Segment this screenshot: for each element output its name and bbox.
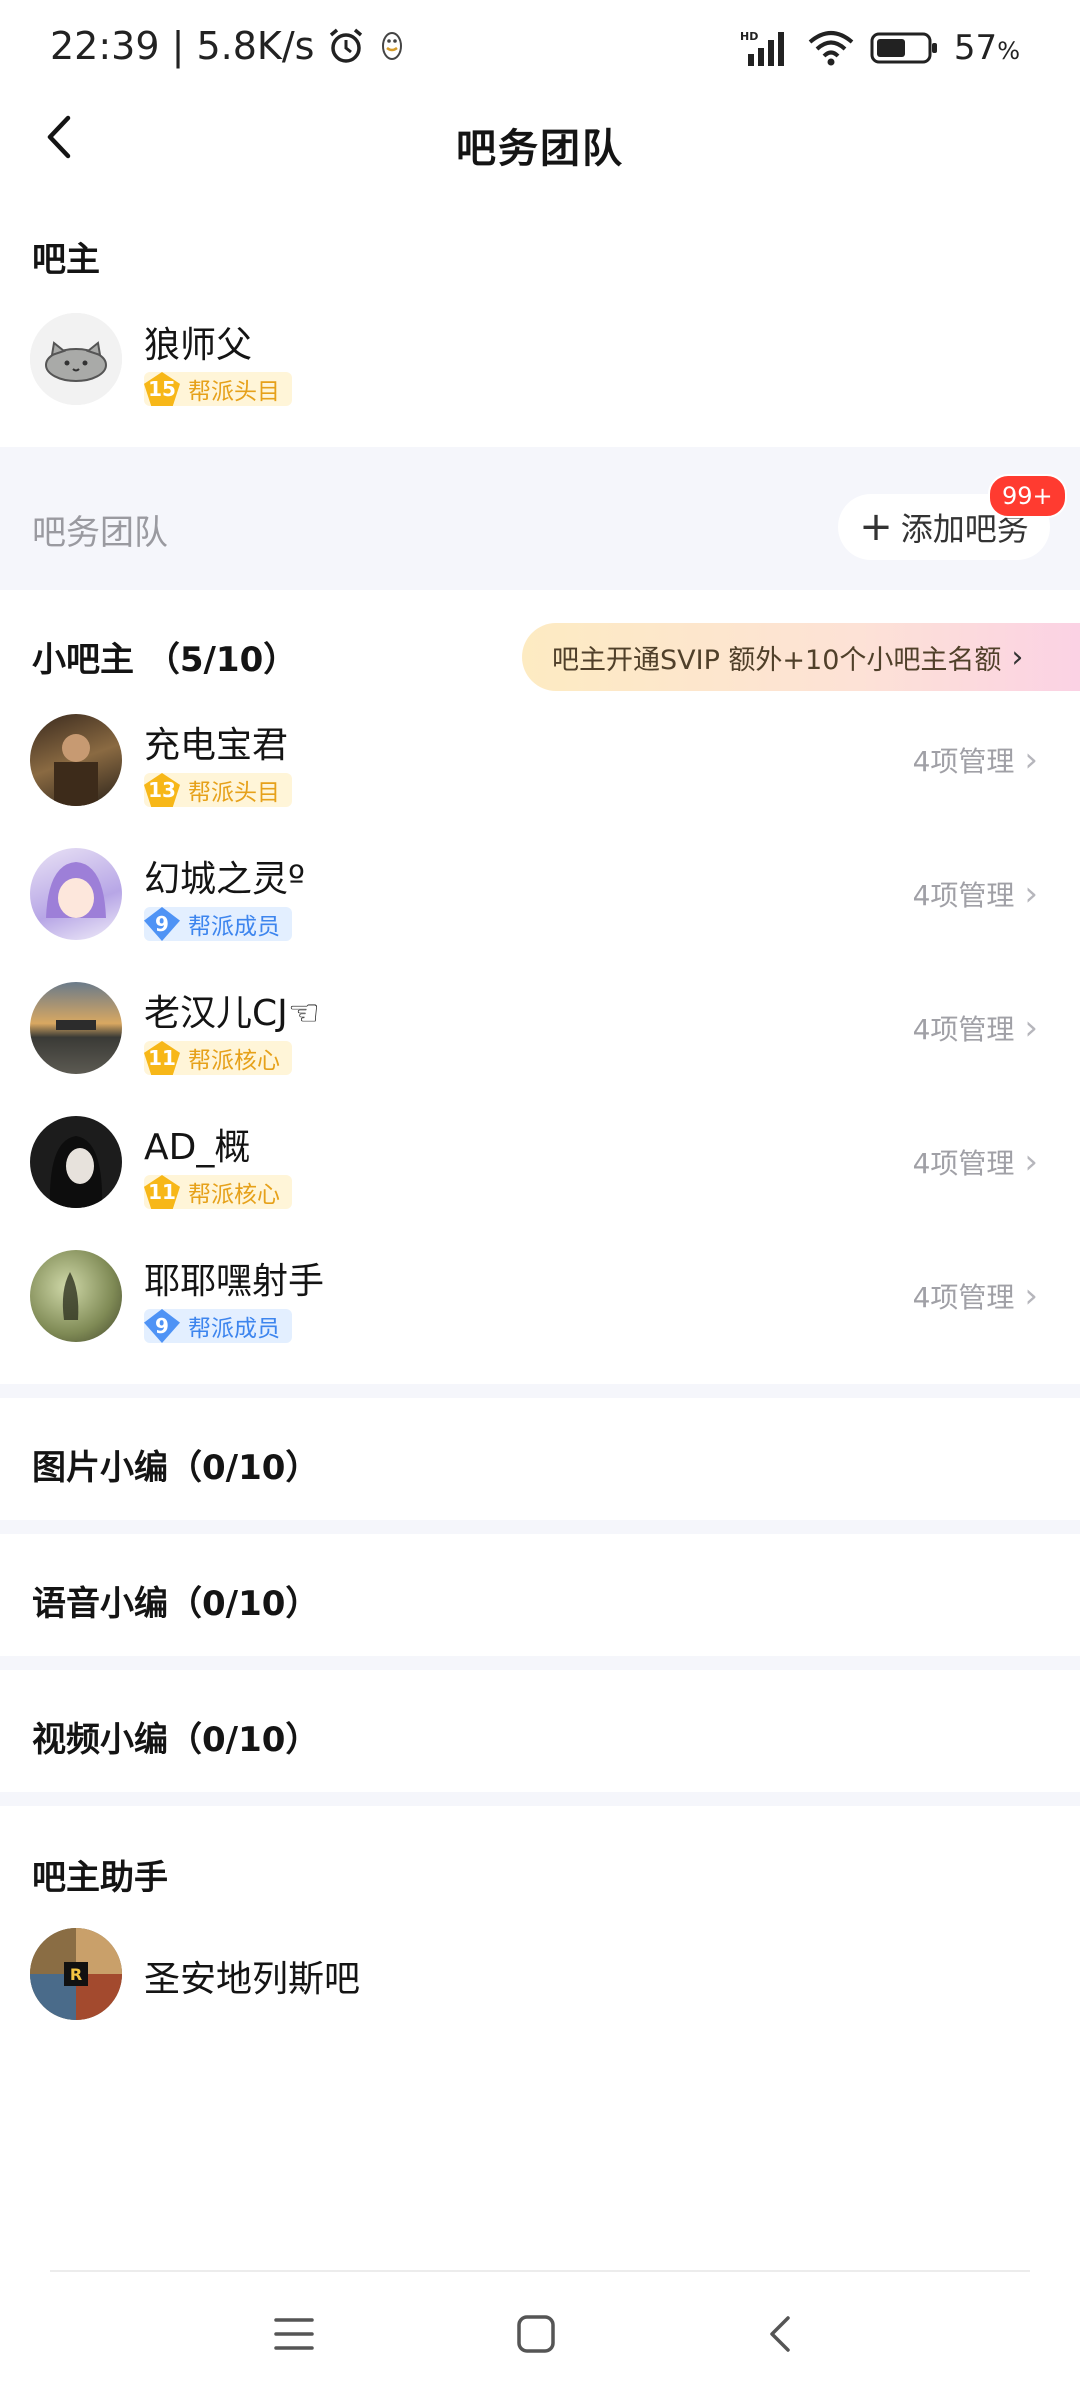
chevron-right-icon: › — [1011, 639, 1024, 675]
nav-divider — [50, 2270, 1030, 2272]
owner-section-title: 吧主 — [32, 240, 100, 280]
level-number: 9 — [144, 907, 180, 941]
chevron-right-icon: › — [1024, 1142, 1038, 1182]
section-divider — [0, 1384, 1080, 1398]
status-time: 22:39 | 5.8K/s — [50, 24, 315, 68]
badge-label: 帮派头目 — [188, 780, 280, 806]
svg-text:R: R — [70, 1965, 82, 1984]
page-title: 吧务团队 — [456, 126, 624, 172]
level-badge: 13 帮派头目 — [144, 773, 292, 807]
image-editor-title[interactable]: 图片小编（0/10） — [32, 1440, 319, 1489]
notification-badge: 99+ — [988, 474, 1067, 518]
plus-icon: + — [859, 504, 893, 550]
manage-label: 4项管理 — [912, 1147, 1015, 1180]
signal-icon: HD — [740, 30, 784, 66]
member-name[interactable]: 幻城之灵º — [144, 850, 305, 902]
manage-button[interactable]: 4项管理 › — [913, 874, 1038, 914]
avatar[interactable] — [30, 714, 122, 806]
svg-text:HD: HD — [740, 30, 758, 43]
avatar[interactable] — [30, 313, 122, 405]
level-number: 13 — [144, 773, 180, 807]
home-square-icon — [517, 2315, 555, 2353]
manage-label: 4项管理 — [912, 745, 1015, 778]
manage-label: 4项管理 — [912, 1013, 1015, 1046]
landscape-avatar-icon — [56, 1020, 96, 1030]
level-number: 15 — [144, 372, 180, 406]
manage-label: 4项管理 — [912, 1281, 1015, 1314]
level-badge: 11 帮派核心 — [144, 1175, 292, 1209]
avatar[interactable] — [30, 982, 122, 1074]
avatar[interactable] — [30, 1250, 122, 1342]
manage-button[interactable]: 4项管理 › — [913, 1276, 1038, 1316]
sub-owner-title: 小吧主 （5/10） — [32, 640, 298, 680]
section-divider — [0, 1520, 1080, 1534]
green-figure-avatar-icon — [62, 1272, 79, 1320]
member-name[interactable]: 老汉儿CJ☜ — [144, 984, 320, 1036]
assistant-section-title: 吧主助手 — [32, 1858, 168, 1898]
manage-button[interactable]: 4项管理 › — [913, 1142, 1038, 1182]
menu-button[interactable] — [272, 2312, 316, 2356]
chevron-right-icon: › — [1024, 874, 1038, 914]
cat-avatar-icon — [30, 313, 122, 405]
manage-button[interactable]: 4项管理 › — [913, 1008, 1038, 1048]
badge-label: 帮派头目 — [188, 379, 280, 405]
chevron-right-icon: › — [1024, 740, 1038, 780]
menu-icon — [274, 2318, 314, 2350]
gta-collage-avatar-icon: R — [30, 1928, 122, 2020]
badge-label: 帮派核心 — [188, 1048, 280, 1074]
level-badge: 9 帮派成员 — [144, 1309, 292, 1343]
video-editor-title[interactable]: 视频小编（0/10） — [32, 1712, 319, 1761]
member-name[interactable]: 耶耶嘿射手 — [144, 1252, 324, 1304]
battery-icon — [870, 32, 937, 64]
qq-penguin-icon — [382, 32, 403, 60]
section-divider — [0, 1656, 1080, 1670]
section-divider — [0, 1792, 1080, 1806]
voice-editor-title[interactable]: 语音小编（0/10） — [32, 1576, 319, 1625]
avatar[interactable] — [30, 1116, 122, 1208]
status-bar: 22:39 | 5.8K/s HD 57% — [0, 0, 1080, 100]
member-name[interactable]: AD_概 — [144, 1118, 250, 1170]
level-number: 11 — [144, 1041, 180, 1075]
system-back-button[interactable] — [760, 2312, 804, 2356]
nav-back-icon — [770, 2316, 790, 2352]
level-badge: 9 帮派成员 — [144, 907, 292, 941]
home-button[interactable] — [514, 2312, 558, 2356]
battery-unit: % — [997, 37, 1020, 65]
svip-promo-banner[interactable]: 吧主开通SVIP 额外+10个小吧主名额 › — [522, 623, 1080, 691]
level-badge: 11 帮派核心 — [144, 1041, 292, 1075]
wifi-icon — [808, 31, 854, 66]
chevron-right-icon: › — [1024, 1276, 1038, 1316]
level-number: 9 — [144, 1309, 180, 1343]
anime-girl-avatar-icon — [46, 862, 106, 918]
svip-promo-text: 吧主开通SVIP 额外+10个小吧主名额 — [552, 644, 1002, 676]
manage-label: 4项管理 — [912, 879, 1015, 912]
level-number: 11 — [144, 1175, 180, 1209]
chevron-right-icon: › — [1024, 1008, 1038, 1048]
alarm-clock-icon — [330, 28, 363, 63]
character-avatar-icon — [54, 734, 98, 806]
owner-name[interactable]: 狼师父 — [144, 316, 252, 368]
avatar[interactable] — [30, 848, 122, 940]
manage-button[interactable]: 4项管理 › — [913, 740, 1038, 780]
badge-label: 帮派核心 — [188, 1182, 280, 1208]
avatar[interactable]: R — [30, 1928, 122, 2020]
level-badge: 15 帮派头目 — [144, 372, 292, 406]
dark-character-avatar-icon — [49, 1136, 103, 1208]
member-name[interactable]: 充电宝君 — [144, 716, 288, 768]
badge-label: 帮派成员 — [188, 914, 280, 940]
assistant-name[interactable]: 圣安地列斯吧 — [144, 1950, 360, 2002]
team-band-label: 吧务团队 — [32, 513, 168, 553]
badge-label: 帮派成员 — [188, 1316, 280, 1342]
battery-percent: 57 — [953, 28, 998, 68]
